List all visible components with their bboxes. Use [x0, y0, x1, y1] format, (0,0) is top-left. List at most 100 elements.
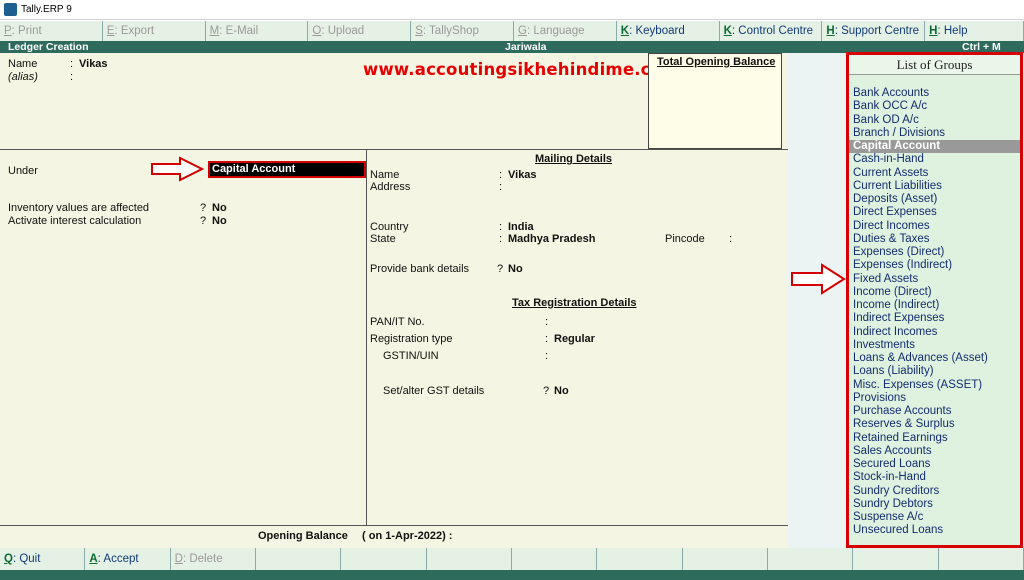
pincode-label: Pincode [665, 233, 705, 245]
group-list-item[interactable]: Stock-in-Hand [849, 471, 1020, 484]
bottom-button-1[interactable]: A: Accept [85, 548, 171, 570]
topbar-button-label: : Upload [321, 25, 365, 37]
bottom-button-10[interactable] [853, 548, 939, 570]
bottom-button-4[interactable] [341, 548, 427, 570]
gstin-field[interactable]: : [545, 350, 548, 362]
group-list-item[interactable]: Branch / Divisions [849, 127, 1020, 140]
group-list-item[interactable]: Unsecured Loans [849, 524, 1020, 537]
group-list-item[interactable]: Indirect Incomes [849, 326, 1020, 339]
group-list-item[interactable]: Sundry Debtors [849, 498, 1020, 511]
group-list-item[interactable]: Sundry Creditors [849, 485, 1020, 498]
group-list-item[interactable]: Current Liabilities [849, 180, 1020, 193]
group-list-item[interactable]: Indirect Expenses [849, 312, 1020, 325]
window-titlebar: Tally.ERP 9 [0, 0, 1024, 20]
registration-type-field[interactable]: Regular [554, 333, 595, 345]
group-list-item[interactable]: Retained Earnings [849, 432, 1020, 445]
total-opening-balance-box: Total Opening Balance [648, 53, 782, 149]
interest-field[interactable]: No [212, 215, 227, 227]
topbar-button-2[interactable]: M: E-Mail [205, 21, 309, 41]
group-list-item[interactable]: Income (Indirect) [849, 299, 1020, 312]
state-field[interactable]: Madhya Pradesh [508, 233, 595, 245]
topbar-button-5[interactable]: G: Language [513, 21, 617, 41]
topbar-button-label: : Export [114, 25, 155, 37]
group-list-item[interactable]: Fixed Assets [849, 273, 1020, 286]
group-list-item[interactable]: Capital Account [849, 140, 1020, 154]
group-list-item[interactable]: Duties & Taxes [849, 233, 1020, 246]
tax-heading: Tax Registration Details [512, 297, 637, 309]
topbar-button-0[interactable]: P: Print [0, 21, 103, 41]
bottom-button-3[interactable] [255, 548, 342, 570]
topbar-button-label: : Support Centre [834, 25, 920, 37]
group-list-item[interactable]: Expenses (Direct) [849, 246, 1020, 259]
pincode-field[interactable]: : [729, 233, 732, 245]
inventory-field[interactable]: No [212, 202, 227, 214]
mailing-heading: Mailing Details [535, 153, 613, 165]
topbar-button-6[interactable]: K: Keyboard [616, 21, 720, 41]
group-list-item[interactable]: Expenses (Indirect) [849, 259, 1020, 272]
bank-details-field[interactable]: No [508, 263, 523, 275]
country-label: Country [370, 221, 409, 233]
group-list-item[interactable]: Purchase Accounts [849, 405, 1020, 418]
website-watermark: www.accoutingsikhehindime.com [363, 60, 680, 79]
bottom-button-2[interactable]: D: Delete [170, 548, 256, 570]
topbar-button-7[interactable]: K: Control Centre [719, 21, 823, 41]
name-label: Name [8, 58, 38, 70]
group-list-item[interactable]: Suspense A/c [849, 511, 1020, 524]
group-list-item[interactable]: Reserves & Surplus [849, 418, 1020, 431]
country-field[interactable]: India [508, 221, 534, 233]
ledger-form: Name : Vikas (alias) : www.accoutingsikh… [0, 53, 788, 548]
topbar-button-3[interactable]: O: Upload [308, 21, 412, 41]
group-list-item[interactable]: Loans (Liability) [849, 365, 1020, 378]
group-list-item[interactable]: Cash-in-Hand [849, 153, 1020, 166]
bottom-button-7[interactable] [597, 548, 683, 570]
bottom-button-0[interactable]: Q: Quit [0, 548, 86, 570]
shortcut-key: Q [4, 553, 13, 565]
group-list-item[interactable]: Loans & Advances (Asset) [849, 352, 1020, 365]
pan-field[interactable]: : [545, 316, 548, 328]
window-title: Tally.ERP 9 [21, 4, 72, 15]
interest-label: Activate interest calculation [8, 215, 142, 227]
group-list-item[interactable]: Bank OD A/c [849, 114, 1020, 127]
bottom-button-5[interactable] [426, 548, 512, 570]
group-list-item[interactable]: Direct Expenses [849, 206, 1020, 219]
name-field[interactable]: Vikas [79, 58, 108, 70]
mailing-name-field[interactable]: Vikas [508, 169, 537, 181]
topbar-button-label: : Keyboard [629, 25, 685, 37]
divider [366, 150, 367, 525]
topbar-button-label: : E-Mail [219, 25, 259, 37]
opening-balance-field[interactable]: ( on 1-Apr-2022) : [362, 530, 452, 542]
opening-balance-label: Opening Balance [258, 530, 348, 542]
arrow-right-icon [151, 156, 205, 182]
group-list-item[interactable]: Current Assets [849, 167, 1020, 180]
group-list-item[interactable]: Investments [849, 339, 1020, 352]
group-list-item[interactable]: Sales Accounts [849, 445, 1020, 458]
divider [0, 149, 788, 150]
shortcut-key: P [4, 25, 12, 37]
group-list-item[interactable]: Direct Incomes [849, 220, 1020, 233]
group-list-item[interactable]: Misc. Expenses (ASSET) [849, 379, 1020, 392]
shortcut-key: H [929, 25, 938, 37]
bottom-button-8[interactable] [682, 548, 768, 570]
address-field[interactable]: : [499, 181, 502, 193]
top-button-bar: P: Print E: Export M: E-Mail O: Upload S: Ta… [0, 21, 1024, 41]
group-list-item[interactable]: Bank OCC A/c [849, 100, 1020, 113]
group-list-item[interactable]: Provisions [849, 392, 1020, 405]
gst-details-field[interactable]: No [554, 385, 569, 397]
group-list-item[interactable]: Income (Direct) [849, 286, 1020, 299]
alias-field[interactable]: : [70, 71, 73, 83]
topbar-button-4[interactable]: S: TallyShop [411, 21, 514, 41]
bottom-button-6[interactable] [511, 548, 598, 570]
group-list-item[interactable]: Secured Loans [849, 458, 1020, 471]
group-list-item[interactable]: Bank Accounts [849, 87, 1020, 100]
bottom-button-9[interactable] [767, 548, 854, 570]
group-list-item[interactable]: Deposits (Asset) [849, 193, 1020, 206]
topbar-button-8[interactable]: H: Support Centre [822, 21, 926, 41]
list-of-groups-panel: List of Groups Bank Accounts Bank OCC A/c… [846, 52, 1023, 548]
bottom-button-11[interactable] [938, 548, 1024, 570]
company-name: Jariwala [505, 41, 547, 53]
divider [0, 525, 788, 526]
under-field[interactable]: Capital Account [208, 161, 366, 178]
topbar-button-1[interactable]: E: Export [102, 21, 206, 41]
topbar-button-9[interactable]: H: Help [925, 21, 1024, 41]
bottom-button-label: : Delete [182, 553, 223, 565]
